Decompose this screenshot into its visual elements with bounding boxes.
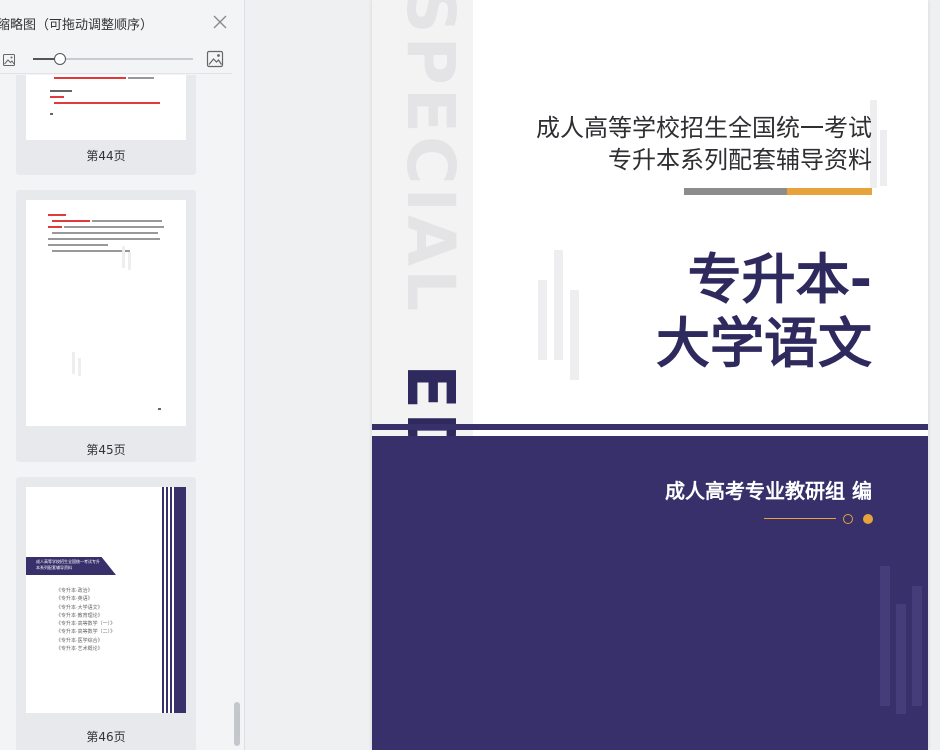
author-decor-line: [764, 518, 836, 519]
cover-subtitle: 成人高等学校招生全国统一考试 专升本系列配套辅导资料: [536, 114, 872, 174]
thumbnail-list: 第44页 第45页 成人高等学校招生全国统一考试专升本系列配套辅导资料 《专升本…: [0, 75, 232, 750]
cover-accent-bar: [684, 188, 872, 195]
document-viewer: SPECIAL EDITION 成人高等学校招生全国统一考试 专升本系列配套辅导…: [246, 0, 940, 750]
decorative-bar: [554, 250, 563, 360]
thumbnail-page-preview: 成人高等学校招生全国统一考试专升本系列配套辅导资料 《专升本·政治》 《专升本·…: [26, 487, 186, 713]
thumbnail-page-label: 第44页: [86, 149, 126, 163]
sidebar-scrollbar[interactable]: [234, 702, 240, 746]
decorative-bar: [538, 280, 547, 360]
thumbnail-page-45[interactable]: 第45页: [16, 190, 196, 462]
author-decor-dot: [863, 514, 873, 524]
cover-page: SPECIAL EDITION 成人高等学校招生全国统一考试 专升本系列配套辅导…: [372, 0, 928, 750]
cover-divider-line: [372, 424, 928, 430]
decorative-bar: [570, 290, 579, 380]
thumbnail-page-46[interactable]: 成人高等学校招生全国统一考试专升本系列配套辅导资料 《专升本·政治》 《专升本·…: [16, 477, 196, 750]
thumbnail-page-label: 第45页: [86, 443, 126, 457]
author-decor-ring: [843, 514, 853, 524]
thumbnail-page-label: 第46页: [86, 730, 126, 744]
thumbnail-page-preview: [26, 200, 186, 426]
thumbnail-zoom-bar: [0, 46, 232, 74]
thumbnail-page-preview: [26, 75, 186, 140]
decorative-bar: [880, 130, 887, 186]
cover-title: 专升本- 大学语文: [656, 248, 872, 375]
cover-author: 成人高考专业教研组 编: [665, 479, 872, 503]
zoom-out-image-icon[interactable]: [2, 52, 18, 68]
thumbnail-sidebar: 缩略图（可拖动调整顺序） 第44页 第45页 成人高等学校招生全国统一考试专升本…: [0, 0, 245, 750]
thumbnail-banner: 成人高等学校招生全国统一考试专升本系列配套辅导资料: [26, 557, 116, 575]
sidebar-header: 缩略图（可拖动调整顺序）: [0, 0, 244, 46]
zoom-in-image-icon[interactable]: [206, 50, 226, 70]
thumbnail-book-list: 《专升本·政治》 《专升本·英语》 《专升本·大学语文》 《专升本·教育理论》 …: [56, 588, 116, 653]
sidebar-title: 缩略图（可拖动调整顺序）: [0, 18, 154, 33]
close-icon[interactable]: [208, 10, 232, 34]
zoom-slider[interactable]: [33, 53, 193, 65]
thumbnail-page-44[interactable]: 第44页: [16, 75, 196, 175]
zoom-slider-handle[interactable]: [54, 53, 66, 65]
